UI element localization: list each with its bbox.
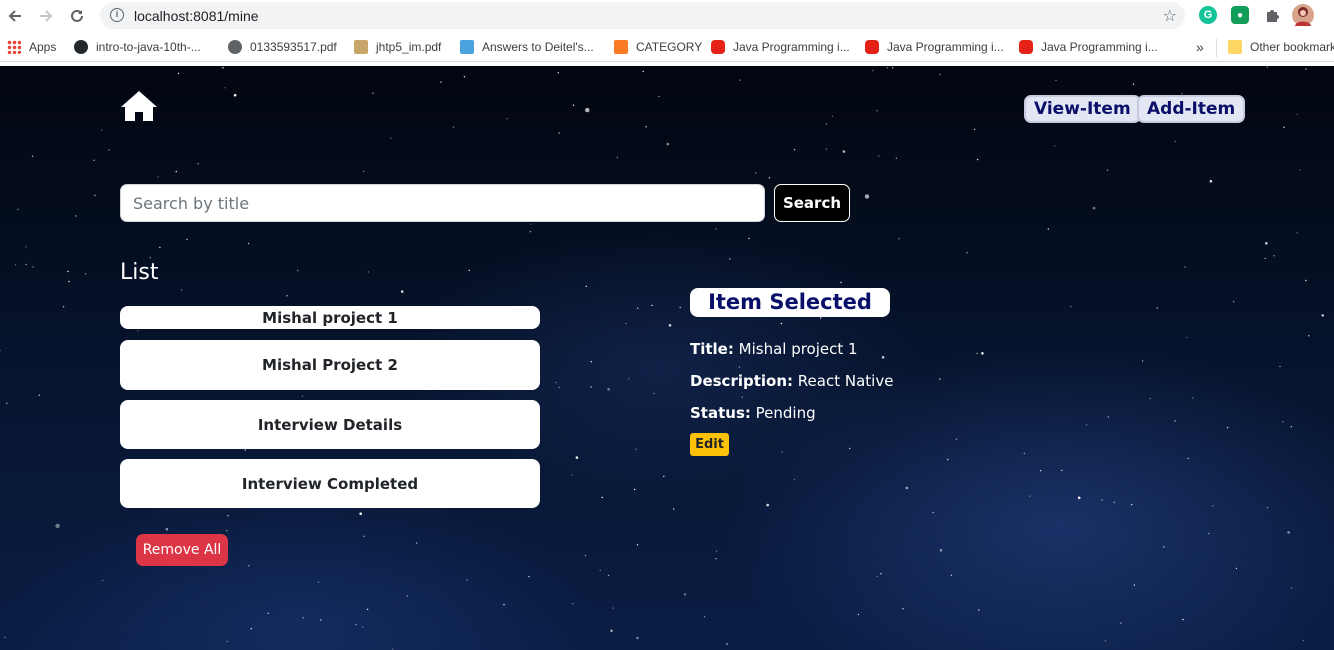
bookmark-other[interactable]: Other bookmarks [1228,39,1334,55]
bookmark-category[interactable]: CATEGORY [614,39,702,55]
grammarly-icon[interactable]: G [1199,6,1217,24]
youtube-icon [1019,40,1033,54]
list-item[interactable]: Interview Completed [120,459,540,508]
bookmarks-bar: Apps intro-to-java-10th-... 0133593517.p… [0,32,1334,62]
avatar[interactable] [1292,4,1314,26]
edit-button[interactable]: Edit [690,433,729,456]
add-item-button[interactable]: Add-Item [1137,95,1246,123]
youtube-icon [865,40,879,54]
bookmark-label: Java Programming i... [887,40,1004,54]
bookmark-pdf[interactable]: 0133593517.pdf [228,39,337,55]
remove-all-button[interactable]: Remove All [136,534,228,566]
detail-description-value: React Native [797,372,894,390]
detail-status-value: Pending [755,404,816,422]
youtube-icon [711,40,725,54]
view-item-button[interactable]: View-Item [1024,95,1141,123]
app-page: View-Item Add-Item Search List Mishal pr… [0,66,1334,650]
star-icon[interactable]: ☆ [1163,6,1177,26]
apps-grid-icon [7,40,21,54]
bookmark-jhtp[interactable]: jhtp5_im.pdf [354,39,441,55]
address-bar[interactable]: i localhost:8081/mine ☆ [100,2,1185,29]
bookmark-label: Answers to Deitel's... [482,40,594,54]
list-item[interactable]: Interview Details [120,400,540,449]
shield-extension-icon[interactable]: ● [1231,6,1249,24]
folder-icon [1228,40,1242,54]
item-selected-heading: Item Selected [690,288,890,317]
bookmark-label: Java Programming i... [1041,40,1158,54]
info-icon[interactable]: i [110,8,124,22]
bookmark-label: Apps [29,40,57,54]
detail-description: Description: React Native [690,372,893,390]
bookmark-apps[interactable]: Apps [7,39,56,55]
detail-title-label: Title: [690,340,734,358]
bookmark-label: Java Programming i... [733,40,850,54]
browser-toolbar: i localhost:8081/mine ☆ G ● [0,0,1334,32]
bookmark-label: intro-to-java-10th-... [96,40,201,54]
list-item[interactable]: Mishal project 1 [120,306,540,329]
search-button[interactable]: Search [774,184,850,222]
detail-description-label: Description: [690,372,794,390]
document-icon [354,40,368,54]
category-icon [614,40,628,54]
bookmark-label: CATEGORY [636,40,703,54]
answers-icon [460,40,474,54]
bookmark-java-2[interactable]: Java Programming i... [865,39,1004,55]
search-input[interactable] [120,184,765,222]
address-url: localhost:8081/mine [134,8,259,24]
bookmark-java-3[interactable]: Java Programming i... [1019,39,1158,55]
bookmark-answers[interactable]: Answers to Deitel's... [460,39,594,55]
bookmark-java-1[interactable]: Java Programming i... [711,39,850,55]
reload-icon[interactable] [66,5,88,27]
list-heading: List [120,260,159,285]
github-icon [74,40,88,54]
detail-title-value: Mishal project 1 [738,340,858,358]
detail-status: Status: Pending [690,404,816,422]
forward-icon[interactable] [35,5,57,27]
bookmark-label: 0133593517.pdf [250,40,337,54]
globe-icon [228,40,242,54]
home-icon[interactable] [120,90,158,122]
puzzle-icon[interactable] [1263,6,1281,24]
bookmark-divider [1216,39,1217,57]
list-item[interactable]: Mishal Project 2 [120,340,540,390]
bookmark-label: Other bookmarks [1250,40,1334,54]
bookmark-label: jhtp5_im.pdf [376,40,442,54]
detail-title: Title: Mishal project 1 [690,340,858,358]
detail-status-label: Status: [690,404,751,422]
back-icon[interactable] [4,5,26,27]
bookmarks-overflow[interactable]: » [1196,39,1204,55]
bookmark-github[interactable]: intro-to-java-10th-... [74,39,201,55]
